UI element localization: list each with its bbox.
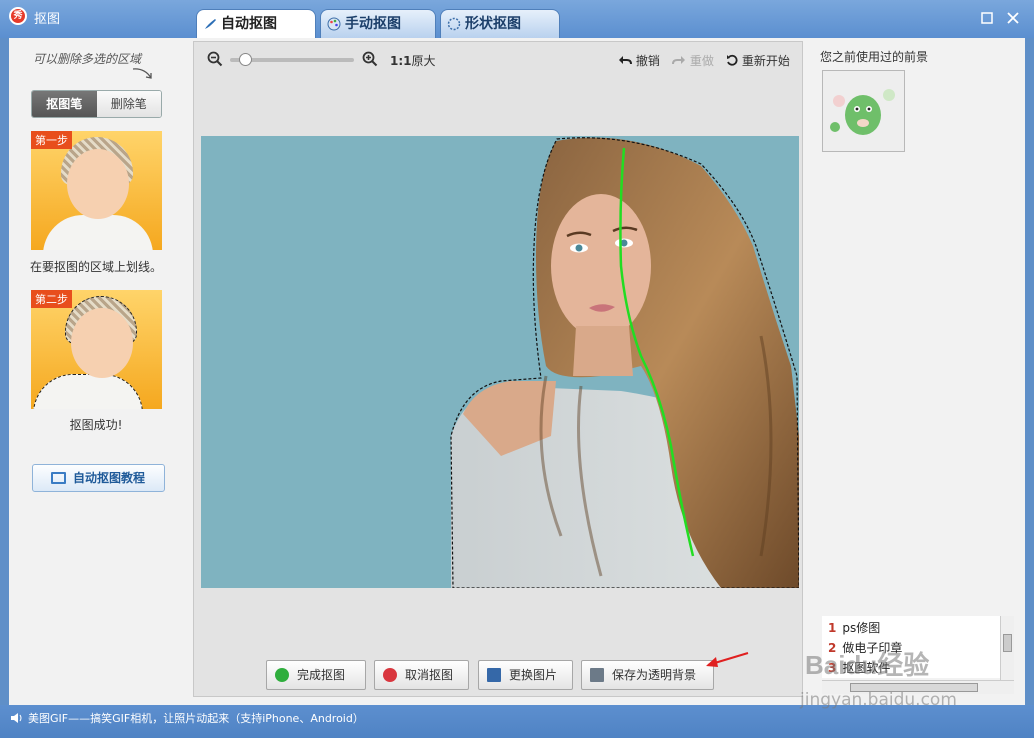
photo-illustration — [450, 137, 799, 588]
step1-caption: 在要抠图的区域上划线。 — [29, 260, 162, 274]
replace-image-button[interactable]: 更换图片 — [478, 660, 573, 690]
finish-cutout-button[interactable]: 完成抠图 — [266, 660, 366, 690]
baidu-watermark: Baidu经验 — [805, 650, 930, 680]
photo-canvas[interactable] — [201, 136, 799, 588]
palette-icon — [327, 17, 341, 31]
cancel-cutout-button[interactable]: 取消抠图 — [374, 660, 469, 690]
watermark-url: jingyan.baidu.com — [800, 690, 957, 710]
recent-foregrounds-title: 您之前使用过的前景 — [820, 50, 929, 64]
cartoon-thumbnail-image — [830, 89, 895, 135]
editor-toolbar: 1:1原大 撤销 重做 重新开始 — [194, 42, 802, 78]
left-panel: 可以删除多选的区域 抠图笔 删除笔 第一步 在要抠图的区域上划线。 第二步 抠图… — [9, 38, 193, 705]
image-icon — [487, 668, 501, 682]
zoom-in-icon[interactable] — [362, 51, 378, 67]
book-icon — [51, 472, 66, 484]
maximize-button[interactable] — [976, 8, 998, 28]
tutorial-label: 自动抠图教程 — [73, 471, 146, 485]
main-area: 可以删除多选的区域 抠图笔 删除笔 第一步 在要抠图的区域上划线。 第二步 抠图… — [9, 38, 1025, 705]
redo-label: 重做 — [689, 54, 714, 68]
undo-button[interactable]: 撤销 — [618, 52, 660, 69]
tab-manual-cutout[interactable]: 手动抠图 — [320, 9, 436, 38]
red-annotation-arrow-icon — [706, 652, 749, 667]
close-button[interactable] — [1002, 8, 1024, 28]
original-size-label: 原大 — [411, 54, 436, 68]
brush-icon — [205, 19, 216, 29]
redo-icon — [672, 56, 685, 65]
recent-foreground-thumbnail[interactable] — [822, 70, 905, 152]
restart-icon — [727, 54, 738, 66]
tab-label: 自动抠图 — [221, 16, 277, 32]
tab-label: 手动抠图 — [345, 16, 401, 32]
tab-label: 形状抠图 — [465, 16, 521, 32]
curved-arrow-icon — [132, 68, 152, 79]
tab-auto-cutout[interactable]: 自动抠图 — [196, 9, 316, 39]
ratio-label: 1:1 — [390, 54, 412, 68]
cancel-label: 取消抠图 — [405, 668, 454, 682]
zoom-slider[interactable] — [230, 53, 354, 66]
maximize-icon — [981, 12, 993, 24]
pen-selector: 抠图笔 删除笔 — [31, 90, 162, 118]
original-size-button[interactable]: 1:1原大 — [390, 52, 436, 69]
step2-badge: 第二步 — [31, 290, 72, 308]
step1-image: 第一步 — [31, 131, 162, 250]
zoom-out-icon[interactable] — [207, 51, 223, 67]
neck-shape — [573, 326, 633, 376]
face-shape — [551, 194, 651, 338]
right-panel: 您之前使用过的前景 1 ps修图 2 做电子印章 3 抠图软件 — [812, 38, 1025, 705]
save-transparent-label: 保存为透明背景 — [612, 668, 697, 682]
restart-button[interactable]: 重新开始 — [726, 52, 790, 69]
recent-item-1[interactable]: 1 ps修图 — [828, 619, 880, 636]
step2-caption: 抠图成功! — [69, 418, 123, 432]
title-bar: 秀 抠图 自动抠图 手动抠图 形状抠图 — [0, 0, 1034, 39]
shape-icon — [447, 17, 461, 31]
tab-shape-cutout[interactable]: 形状抠图 — [440, 9, 560, 38]
undo-label: 撤销 — [635, 54, 660, 68]
step1-badge: 第一步 — [31, 131, 72, 149]
editor-area: 1:1原大 撤销 重做 重新开始 完成抠图 取消抠图 更换图片 保存为透明背景 — [193, 41, 803, 697]
save-icon — [590, 668, 604, 682]
cancel-icon — [383, 668, 397, 682]
replace-label: 更换图片 — [509, 668, 558, 682]
recent-item-label: ps修图 — [842, 621, 881, 635]
speaker-icon — [11, 713, 22, 723]
redo-button[interactable]: 重做 — [672, 52, 714, 69]
window-title: 抠图 — [34, 12, 61, 27]
finish-label: 完成抠图 — [297, 668, 346, 682]
save-transparent-button[interactable]: 保存为透明背景 — [581, 660, 714, 690]
zoom-slider-thumb[interactable] — [239, 53, 252, 66]
erase-pen-button[interactable]: 删除笔 — [96, 91, 161, 117]
check-icon — [275, 668, 289, 682]
restart-label: 重新开始 — [741, 54, 790, 68]
recent-list-vertical-scrollbar[interactable] — [1000, 616, 1014, 680]
auto-cutout-tutorial-button[interactable]: 自动抠图教程 — [32, 464, 165, 492]
handwritten-hint: 可以删除多选的区域 — [33, 52, 142, 66]
step2-image: 第二步 — [31, 290, 162, 409]
app-logo-icon: 秀 — [9, 7, 27, 25]
undo-icon — [619, 56, 632, 65]
cutout-pen-button[interactable]: 抠图笔 — [32, 91, 97, 117]
close-icon — [1007, 12, 1019, 24]
status-message[interactable]: 美图GIF——搞笑GIF相机，让照片动起来（支持iPhone、Android） — [28, 710, 364, 726]
